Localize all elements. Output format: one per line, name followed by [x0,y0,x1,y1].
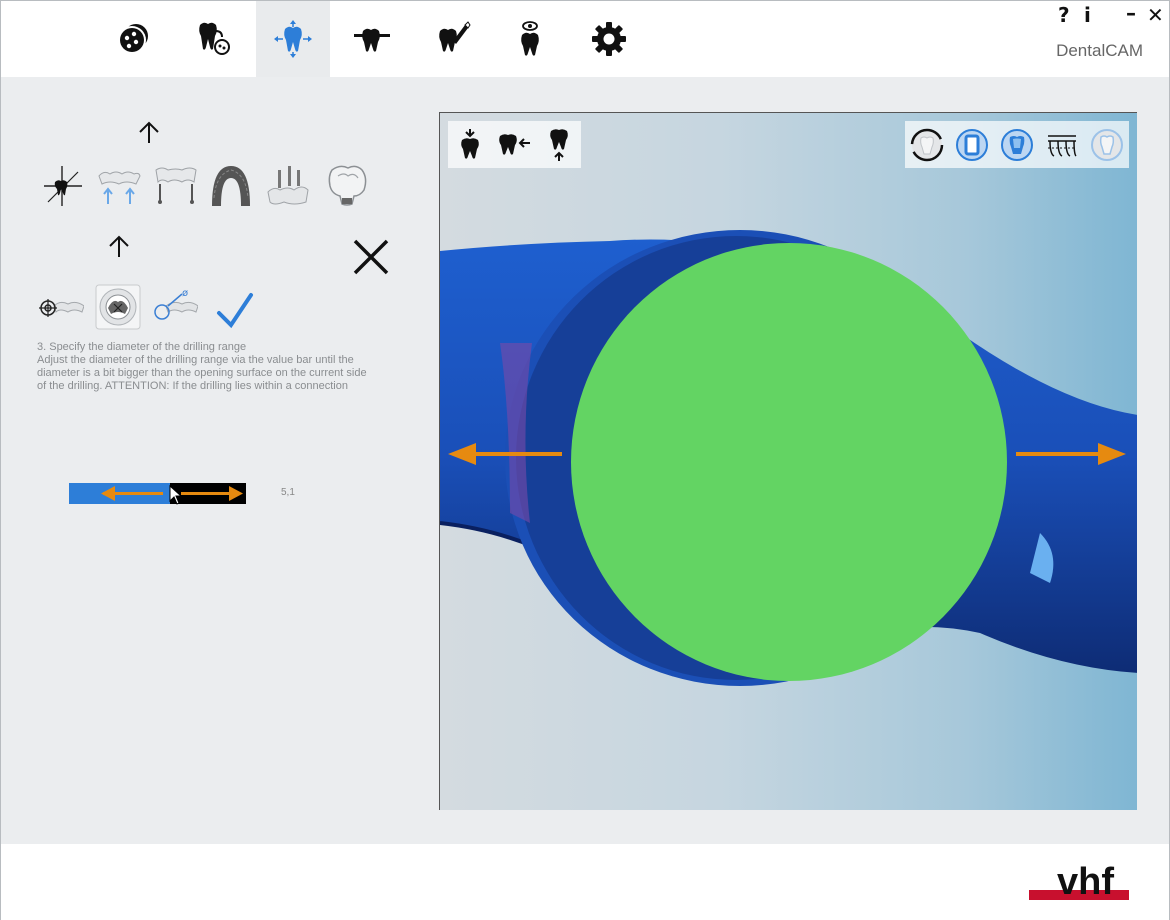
tooth-top-view-icon [461,128,479,159]
mouse-cursor-icon [169,485,183,505]
render-mode-bridge-icon [1047,134,1077,157]
view-direction-toolbar [448,121,581,168]
tooth-edit-icon [439,21,471,52]
tooth-move-icon [274,20,312,58]
app-window: ? i – ✕ DentalCAM ø 3. Specify the diame… [0,0,1170,920]
collapse-up-icon[interactable] [137,121,161,145]
drilling-disc-icon [95,284,141,330]
cancel-icon[interactable] [351,237,391,277]
instruction-title: 3. Specify the diameter of the drilling … [37,341,247,353]
logo-text: vhf [1057,861,1114,903]
instruction-text: Adjust the diameter of the drilling rang… [37,354,367,392]
tab-edit-tooth[interactable] [414,1,488,77]
tab-add-tooth[interactable] [177,1,251,77]
minimize-button[interactable]: – [1126,1,1136,25]
tooth-view-icon [521,21,539,56]
confirm-check-icon[interactable] [215,291,255,331]
tooth-sprue-icon [354,28,390,52]
3d-viewport[interactable] [439,112,1137,810]
arrow-right-icon [181,486,243,501]
render-bridge-button[interactable] [1043,126,1081,164]
render-mode-solid-icon [956,128,989,161]
model-scene [440,230,1137,686]
step-coordinate-tooth[interactable] [39,161,87,209]
render-mode-outline-icon [911,128,944,161]
tab-sprue[interactable] [335,1,409,77]
step-bridge-align[interactable] [95,161,143,209]
step-drilling-disc[interactable] [94,283,142,331]
main-toolbar: ? i – ✕ DentalCAM [1,1,1169,77]
diameter-tooth-icon: ø [154,288,198,320]
tooth-bottom-view-icon [550,128,568,161]
arrow-left-icon [101,486,163,501]
implant-icon [267,166,309,205]
target-tooth-icon [39,299,84,317]
tab-settings[interactable] [572,1,646,77]
view-side-button[interactable] [495,126,533,164]
view-bottom-button[interactable] [540,126,578,164]
step-implant[interactable] [263,161,311,209]
info-button[interactable]: i [1084,3,1091,27]
svg-text:ø: ø [182,288,188,299]
vhf-logo: vhf [1029,861,1129,903]
collapse-up-icon-2[interactable] [107,235,131,259]
help-button[interactable]: ? [1058,3,1070,27]
render-mode-transparent-icon [1090,128,1123,161]
material-disc-icon [118,24,148,54]
app-name-label: DentalCAM [1056,41,1143,60]
tab-move-tooth[interactable] [256,1,330,77]
tooth-add-icon [199,22,230,55]
diameter-slider[interactable] [69,483,246,505]
arch-icon [212,166,250,206]
left-panel: ø 3. Specify the diameter of the drillin… [1,77,421,843]
render-mode-shaded-icon [1000,128,1033,161]
render-solid-button[interactable] [953,126,991,164]
settings-gear-icon [592,22,626,56]
tooth-side-view-icon [499,133,531,155]
close-button[interactable]: ✕ [1147,3,1164,27]
step-diameter[interactable]: ø [151,283,199,331]
step-crown[interactable] [323,161,371,209]
step-arch[interactable] [207,161,255,209]
tab-material-disc[interactable] [97,1,171,77]
crown-icon [328,165,367,206]
bridge-connect-icon [155,167,197,204]
render-mode-toolbar [905,121,1129,168]
render-transparent-button[interactable] [1088,126,1126,164]
render-shaded-button[interactable] [998,126,1036,164]
slider-value: 5,1 [281,487,295,498]
step-bridge-connect[interactable] [151,161,199,209]
instruction-block: 3. Specify the diameter of the drilling … [37,341,377,393]
bridge-align-icon [98,171,141,204]
step-target-tooth[interactable] [37,283,85,331]
render-outline-button[interactable] [908,126,946,164]
footer-bar: vhf [1,844,1169,920]
tab-view-tooth[interactable] [493,1,567,77]
coordinate-tooth-icon [44,166,82,206]
view-top-button[interactable] [451,126,489,164]
